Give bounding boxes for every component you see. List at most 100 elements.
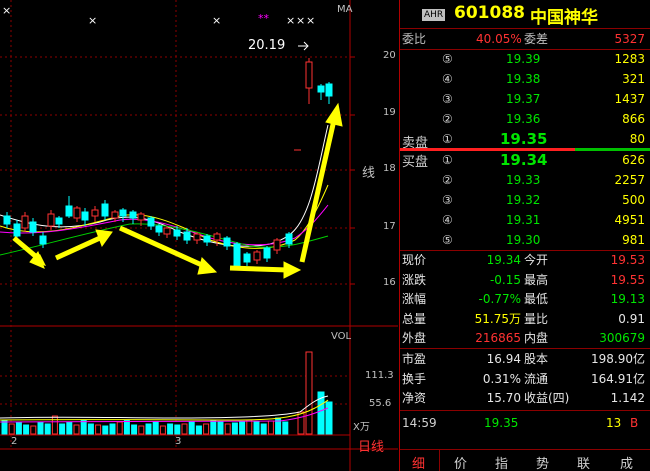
close-icon[interactable]: ×: [2, 4, 11, 17]
volume-bar: [73, 424, 80, 435]
quote-label: 外盘: [402, 331, 427, 345]
volume-bar: [325, 401, 333, 435]
tab-index[interactable]: 指: [495, 453, 508, 471]
order-volume: 500: [622, 193, 645, 207]
volume-bar: [145, 423, 152, 435]
close-icon[interactable]: ×: [296, 14, 305, 27]
order-volume: 626: [622, 153, 645, 167]
ask-row[interactable]: ③ 19.37 1437: [400, 90, 650, 109]
volume-bar: [181, 423, 188, 435]
order-price: 19.33: [506, 173, 541, 187]
weicha-value: 5327: [614, 32, 645, 46]
order-price: 19.35: [500, 130, 548, 148]
order-volume: 1437: [614, 92, 645, 106]
quote-label: 涨跌: [402, 272, 427, 287]
volume-bar: [30, 425, 37, 435]
order-price: 19.30: [506, 233, 541, 247]
quote-row: 外盘 216865 内盘 300679: [400, 329, 650, 348]
volume-bar: [87, 423, 94, 435]
candle-body: [3, 215, 11, 225]
level-label: ⑤: [442, 233, 453, 247]
ask-row[interactable]: ② 19.36 866: [400, 110, 650, 129]
tab-price[interactable]: 价: [454, 453, 467, 471]
candle-body: [119, 209, 127, 217]
date-label: 3: [175, 436, 182, 447]
candle-body: [155, 225, 163, 233]
candle-body: [183, 231, 191, 241]
volume-bar: [282, 421, 289, 435]
volume-bar: [66, 421, 73, 435]
tab-link[interactable]: 联: [577, 453, 590, 471]
tab-deal[interactable]: 成: [620, 453, 633, 471]
order-volume: 4951: [614, 213, 645, 227]
order-volume: 1283: [614, 52, 645, 66]
quote-label: 最高: [524, 272, 549, 287]
bid-row[interactable]: ① 19.34 626: [400, 151, 650, 170]
quote-row: 涨幅 -0.77% 最低 19.13: [400, 290, 650, 309]
ask-row[interactable]: ① 19.35 80: [400, 130, 650, 149]
order-volume: 321: [622, 72, 645, 86]
tab-trend[interactable]: 势: [536, 453, 549, 471]
candle-body: [29, 221, 37, 233]
candle-body: [13, 223, 21, 237]
close-icon[interactable]: ×: [286, 14, 295, 27]
quote-label: 现价: [402, 253, 427, 267]
webi-row: 委比 40.05% 委差 5327: [400, 30, 650, 49]
bid-row[interactable]: ④ 19.31 4951: [400, 211, 650, 230]
tab-detail[interactable]: 细: [412, 453, 425, 471]
day-line-tab[interactable]: 日线: [358, 436, 384, 455]
candle-body: [317, 85, 325, 93]
price-tick: 20: [383, 50, 396, 61]
quote-value: 16.94: [486, 352, 521, 366]
level-label: ①: [442, 153, 453, 167]
volume-bar: [275, 417, 282, 435]
bid-row[interactable]: ② 19.33 2257: [400, 171, 650, 190]
star-marker: **: [258, 12, 269, 25]
volume-bar: [167, 423, 174, 435]
quote-row: 涨跌 -0.15 最高 19.55: [400, 271, 650, 290]
high-price-marker: 20.19: [248, 38, 286, 53]
level-label: ①: [442, 132, 453, 146]
volume-bar: [109, 423, 116, 435]
close-icon[interactable]: ×: [306, 14, 315, 27]
ask-row[interactable]: ④ 19.38 321: [400, 70, 650, 89]
volume-bar: [246, 419, 253, 435]
volume-bar: [95, 424, 102, 435]
volume-bar: [260, 423, 267, 435]
order-volume: 2257: [614, 173, 645, 187]
close-icon[interactable]: ×: [212, 14, 221, 27]
volume-bar: [253, 421, 260, 435]
bid-row[interactable]: ⑤ 19.30 981: [400, 231, 650, 250]
ask-row[interactable]: ⑤ 19.39 1283: [400, 50, 650, 69]
stock-header: AHR 601088 中国神华: [400, 0, 650, 28]
candle-body: [147, 217, 155, 227]
candle-body: [73, 207, 81, 219]
weicha-label: 委差: [524, 32, 549, 46]
quote-label: 净资: [402, 391, 427, 405]
webi-value: 40.05%: [476, 32, 522, 46]
volume-bar: [195, 425, 202, 435]
close-icon[interactable]: ×: [88, 14, 97, 27]
quote-value: -0.15: [489, 272, 521, 287]
price-tick: 16: [383, 277, 396, 288]
ma-label: MA: [337, 4, 353, 15]
volume-bar: [138, 425, 145, 435]
order-volume: 80: [629, 132, 645, 146]
quote-label: 市盈: [402, 352, 427, 366]
tick-side: B: [630, 416, 639, 430]
level-label: ②: [442, 173, 453, 187]
quote-row: 市盈 16.94 股本 198.90亿: [400, 350, 650, 369]
kline-chart[interactable]: 20.19 ** × × × × × × MA VOL 20 19 18 17 …: [0, 0, 398, 471]
candle-body: [55, 217, 63, 225]
level-label: ③: [442, 92, 453, 106]
volume-bar: [305, 351, 313, 435]
quote-value: 216865: [475, 331, 521, 345]
candle-body: [223, 237, 231, 247]
candle-body: [91, 209, 99, 217]
bid-row[interactable]: ③ 19.32 500: [400, 191, 650, 210]
candle-body: [243, 253, 251, 263]
quote-value: 19.53: [610, 253, 645, 267]
candle-body: [47, 213, 55, 227]
quote-value: 0.31%: [482, 371, 521, 386]
quote-label: 换手: [402, 371, 427, 386]
